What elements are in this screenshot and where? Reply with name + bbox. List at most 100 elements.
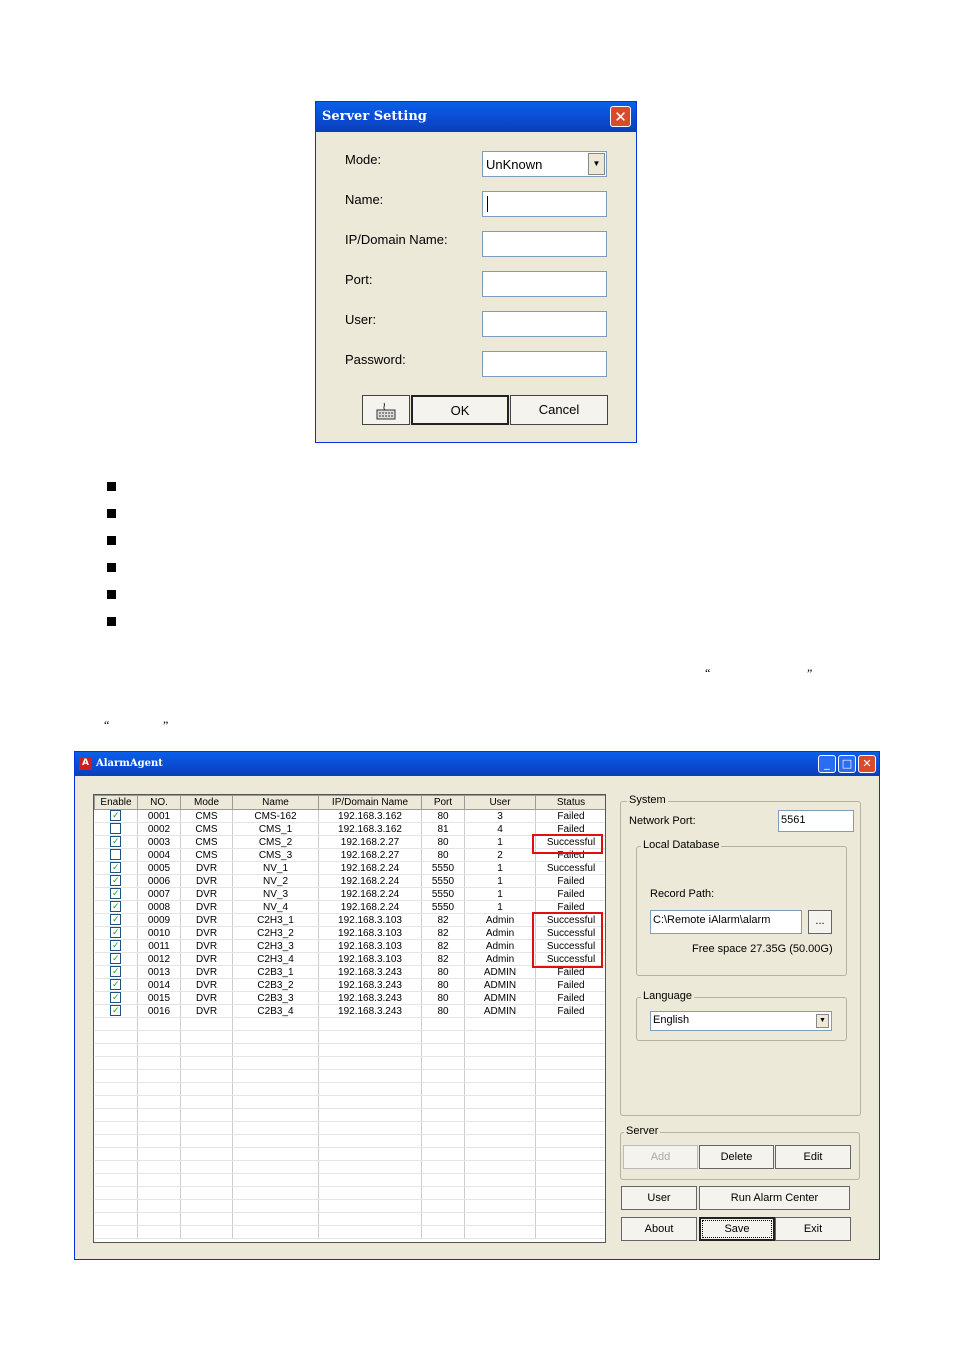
- edit-server-button[interactable]: Edit: [775, 1145, 851, 1169]
- enable-checkbox[interactable]: [110, 823, 122, 835]
- window-titlebar[interactable]: A AlarmAgent _ □ ✕: [75, 752, 879, 776]
- table-row[interactable]: ✓ 0003 CMS CMS_2 192.168.2.27 80 1 Successful: [94, 835, 605, 849]
- enable-cell[interactable]: ✓: [94, 900, 138, 914]
- table-row[interactable]: [94, 1095, 605, 1109]
- table-row[interactable]: [94, 1043, 605, 1057]
- add-server-button[interactable]: Add: [623, 1145, 698, 1169]
- table-row[interactable]: [94, 1134, 605, 1148]
- mode-select[interactable]: UnKnown ▼: [482, 151, 607, 177]
- close-icon[interactable]: ✕: [610, 106, 631, 127]
- column-header[interactable]: Port: [421, 795, 465, 810]
- column-header[interactable]: Status: [535, 795, 605, 810]
- table-row[interactable]: [94, 1186, 605, 1200]
- enable-cell[interactable]: ✓: [94, 991, 138, 1005]
- column-header[interactable]: IP/Domain Name: [318, 795, 422, 810]
- browse-button[interactable]: ...: [808, 910, 832, 934]
- enable-checkbox[interactable]: ✓: [110, 914, 122, 926]
- table-row[interactable]: [94, 1108, 605, 1122]
- port-input[interactable]: [482, 271, 607, 297]
- enable-cell[interactable]: ✓: [94, 913, 138, 927]
- user-button[interactable]: User: [621, 1186, 697, 1210]
- enable-checkbox[interactable]: ✓: [110, 979, 122, 991]
- table-row[interactable]: ✓ 0012 DVR C2H3_4 192.168.3.103 82 Admin Succes…: [94, 952, 605, 966]
- enable-checkbox[interactable]: ✓: [110, 810, 122, 822]
- cancel-button[interactable]: Cancel: [510, 395, 608, 425]
- language-select[interactable]: English ▼: [650, 1011, 832, 1031]
- close-icon[interactable]: ✕: [858, 755, 876, 773]
- table-row[interactable]: [94, 1056, 605, 1070]
- table-row[interactable]: ✓ 0009 DVR C2H3_1 192.168.3.103 82 Admin Succes…: [94, 913, 605, 927]
- table-row[interactable]: ✓ 0013 DVR C2B3_1 192.168.3.243 80 ADMIN Failed: [94, 965, 605, 979]
- table-row[interactable]: ✓ 0001 CMS CMS-162 192.168.3.162 80 3 Failed: [94, 809, 605, 823]
- enable-checkbox[interactable]: ✓: [110, 888, 122, 900]
- table-row[interactable]: [94, 1082, 605, 1096]
- table-row[interactable]: ✓ 0011 DVR C2H3_3 192.168.3.103 82 Admin Succes…: [94, 939, 605, 953]
- enable-cell[interactable]: ✓: [94, 887, 138, 901]
- table-row[interactable]: [94, 1225, 605, 1239]
- table-row[interactable]: [94, 1173, 605, 1187]
- delete-server-button[interactable]: Delete: [699, 1145, 774, 1169]
- enable-cell[interactable]: ✓: [94, 809, 138, 823]
- enable-checkbox[interactable]: ✓: [110, 836, 122, 848]
- table-row[interactable]: ✓ 0014 DVR C2B3_2 192.168.3.243 80 ADMIN Failed: [94, 978, 605, 992]
- ok-button[interactable]: OK: [411, 395, 509, 425]
- dialog-titlebar[interactable]: Server Setting ✕: [316, 102, 636, 132]
- user-input[interactable]: [482, 311, 607, 337]
- enable-cell[interactable]: ✓: [94, 861, 138, 875]
- enable-checkbox[interactable]: ✓: [110, 927, 122, 939]
- enable-cell[interactable]: ✓: [94, 1004, 138, 1018]
- keyboard-button[interactable]: [362, 395, 410, 425]
- exit-button[interactable]: Exit: [775, 1217, 851, 1241]
- table-row[interactable]: ✓ 0007 DVR NV_3 192.168.2.24 5550 1 Failed: [94, 887, 605, 901]
- record-path-input[interactable]: C:\Remote iAlarm\alarm: [650, 910, 802, 934]
- table-row[interactable]: ✓ 0008 DVR NV_4 192.168.2.24 5550 1 Failed: [94, 900, 605, 914]
- enable-checkbox[interactable]: ✓: [110, 875, 122, 887]
- table-row[interactable]: [94, 1212, 605, 1226]
- enable-cell[interactable]: [94, 848, 138, 862]
- table-row[interactable]: ✓ 0006 DVR NV_2 192.168.2.24 5550 1 Failed: [94, 874, 605, 888]
- table-row[interactable]: [94, 1160, 605, 1174]
- table-row[interactable]: [94, 1199, 605, 1213]
- column-header[interactable]: Mode: [180, 795, 233, 810]
- column-header[interactable]: NO.: [137, 795, 181, 810]
- enable-checkbox[interactable]: ✓: [110, 1005, 122, 1017]
- table-row[interactable]: [94, 1030, 605, 1044]
- password-input[interactable]: [482, 351, 607, 377]
- enable-cell[interactable]: ✓: [94, 978, 138, 992]
- enable-checkbox[interactable]: ✓: [110, 966, 122, 978]
- name-input[interactable]: [482, 191, 607, 217]
- table-row[interactable]: 0002 CMS CMS_1 192.168.3.162 81 4 Failed: [94, 822, 605, 836]
- save-button[interactable]: Save: [699, 1217, 775, 1241]
- enable-cell[interactable]: [94, 822, 138, 836]
- column-header[interactable]: Enable: [94, 795, 138, 810]
- run-alarm-center-button[interactable]: Run Alarm Center: [699, 1186, 850, 1210]
- table-row[interactable]: ✓ 0005 DVR NV_1 192.168.2.24 5550 1 Successful: [94, 861, 605, 875]
- enable-cell[interactable]: ✓: [94, 965, 138, 979]
- chevron-down-icon[interactable]: ▼: [588, 153, 605, 175]
- enable-checkbox[interactable]: ✓: [110, 901, 122, 913]
- enable-checkbox[interactable]: [110, 849, 122, 861]
- table-row[interactable]: ✓ 0015 DVR C2B3_3 192.168.3.243 80 ADMIN Failed: [94, 991, 605, 1005]
- column-header[interactable]: User: [464, 795, 536, 810]
- enable-checkbox[interactable]: ✓: [110, 862, 122, 874]
- network-port-input[interactable]: 5561: [778, 810, 854, 832]
- table-row[interactable]: ✓ 0016 DVR C2B3_4 192.168.3.243 80 ADMIN Failed: [94, 1004, 605, 1018]
- table-row[interactable]: ✓ 0010 DVR C2H3_2 192.168.3.103 82 Admin Succes…: [94, 926, 605, 940]
- table-row[interactable]: 0004 CMS CMS_3 192.168.2.27 80 2 Failed: [94, 848, 605, 862]
- chevron-down-icon[interactable]: ▼: [816, 1014, 829, 1028]
- enable-cell[interactable]: ✓: [94, 835, 138, 849]
- about-button[interactable]: About: [621, 1217, 697, 1241]
- enable-checkbox[interactable]: ✓: [110, 940, 122, 952]
- column-header[interactable]: Name: [232, 795, 319, 810]
- enable-checkbox[interactable]: ✓: [110, 992, 122, 1004]
- maximize-icon[interactable]: □: [838, 755, 856, 773]
- table-row[interactable]: [94, 1147, 605, 1161]
- enable-cell[interactable]: ✓: [94, 874, 138, 888]
- table-row[interactable]: [94, 1069, 605, 1083]
- enable-checkbox[interactable]: ✓: [110, 953, 122, 965]
- table-row[interactable]: [94, 1017, 605, 1031]
- ip-domain-input[interactable]: [482, 231, 607, 257]
- server-list-grid[interactable]: Enable NO. Mode Name IP/Domain Name Port User S…: [93, 794, 606, 1243]
- table-row[interactable]: [94, 1121, 605, 1135]
- enable-cell[interactable]: ✓: [94, 952, 138, 966]
